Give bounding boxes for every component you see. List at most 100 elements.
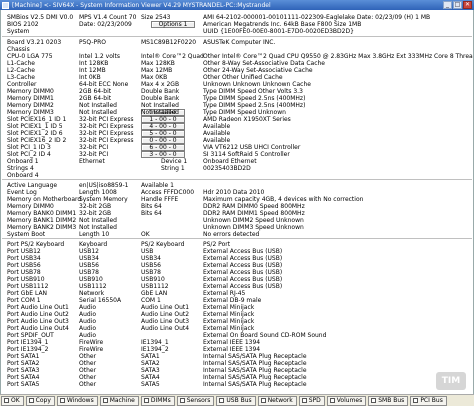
row-label: Port USB78 <box>7 269 41 276</box>
row-value: SI 3114 SoftRaid 5 Controller <box>203 151 290 158</box>
row-value: Intel® Core™2 Quad <box>141 53 204 60</box>
row-value: USB1112 <box>141 283 169 290</box>
row-label: Port USB34 <box>7 255 41 262</box>
row-value: Internal SAS/SATA Plug Receptacle <box>203 360 307 367</box>
row-label: Port USB56 <box>7 262 41 269</box>
row-value: Available 1 <box>141 182 174 189</box>
row-label: System Boot <box>7 231 46 238</box>
row-value: Intel 1.2 volts <box>79 53 121 60</box>
tab-sensors[interactable]: Sensors <box>176 395 215 406</box>
row-value: USB78 <box>141 269 161 276</box>
row-value: Maximum capacity 4GB, 4 devices with No … <box>203 196 364 203</box>
row-value: External Minijack <box>203 318 255 325</box>
row-value: Not Installed <box>79 217 117 224</box>
row-value: Type DIMM Speed Unknown <box>203 109 286 116</box>
tab-label: Windows <box>66 397 94 404</box>
row-value: Not Installed <box>141 102 179 109</box>
row-value: External Access Bus (USB) <box>203 283 283 290</box>
tab-volumes[interactable]: Volumes <box>326 395 367 406</box>
row-value: Available <box>203 137 231 144</box>
row-value: USB34 <box>141 255 161 262</box>
tab-spd[interactable]: SPD <box>298 395 325 406</box>
row-value: USB56 <box>141 262 161 269</box>
row-value: Audio Line Out4 <box>141 325 190 332</box>
checkbox-icon <box>102 398 108 403</box>
row-label: Port PS/2 Keyboard <box>7 241 65 248</box>
row-label: CPU-0 LGA 775 <box>7 53 53 60</box>
slot-pcie1-1-button[interactable]: 4 - 00 - 0 <box>141 123 185 130</box>
row-value: FireWire <box>79 339 104 346</box>
checkbox-icon <box>59 398 65 403</box>
row-value: IE1394_1 <box>141 339 169 346</box>
row-value: Double Bank <box>141 88 180 95</box>
row-value: P5Q-PRO <box>79 39 106 46</box>
tab-usb-bus[interactable]: USB Bus <box>216 395 256 406</box>
close-button[interactable]: ✕ <box>463 1 472 9</box>
tab-label: DIMMs <box>150 397 171 404</box>
row-value: Internal SAS/SATA Plug Receptacle <box>203 367 307 374</box>
checkbox-icon <box>329 398 335 403</box>
row-value: ASUSTeK Computer INC. <box>203 39 276 46</box>
slot-pcie16-1-button[interactable]: 1 - 00 - 0 <box>141 116 185 123</box>
tab-windows[interactable]: Windows <box>56 395 98 406</box>
slot-pci-1-button[interactable]: 6 - 00 - 0 <box>141 144 185 151</box>
row-value: SATA4 <box>141 374 160 381</box>
row-value: Other 8-Way Set-Associative Data Cache <box>203 60 325 67</box>
row-value: Max 0KB <box>141 74 168 81</box>
tab-ok[interactable]: OK <box>1 395 24 406</box>
row-value: Audio Line Out1 <box>141 304 190 311</box>
row-value: SATA5 <box>141 381 160 388</box>
row-value: 32-bit PCI <box>79 144 109 151</box>
row-value: Double Bank <box>141 95 180 102</box>
row-value: Ethernet <box>79 158 105 165</box>
tab-label: Machine <box>109 397 135 404</box>
row-value: Not Installed <box>141 109 179 116</box>
row-value: Other <box>79 381 97 388</box>
minimize-button[interactable]: _ <box>443 1 452 9</box>
row-label: Port SATA2 <box>7 360 40 367</box>
tab-label: Sensors <box>186 397 211 404</box>
tab-label: Network <box>267 397 293 404</box>
row-value: 32-bit PCI <box>79 151 109 158</box>
row-value: String 1 <box>161 165 185 172</box>
tab-dimms[interactable]: DIMMs <box>140 395 175 406</box>
tab-copy[interactable]: Copy <box>25 395 55 406</box>
row-value: Device 1 <box>161 158 188 165</box>
row-value: Length 10 <box>79 231 110 238</box>
row-label: BIOS 2102 <box>7 21 39 28</box>
row-value: Unknown DIMM3 Speed Unknown <box>203 224 304 231</box>
tab-machine[interactable]: Machine <box>99 395 139 406</box>
row-value: Available <box>203 123 231 130</box>
row-value: PS/2 Port <box>203 241 231 248</box>
row-value: External RJ-45 <box>203 290 246 297</box>
maximize-button[interactable]: □ <box>453 1 462 9</box>
options-button[interactable]: Options 1 <box>151 21 195 28</box>
tab-smb-bus[interactable]: SMB Bus <box>368 395 409 406</box>
row-value: Date: 02/23/2009 <box>79 21 132 28</box>
row-label: Port Audio Line Out1 <box>7 304 69 311</box>
row-value: 32-bit PCI Express <box>79 116 134 123</box>
row-value: 2GB 64-bit <box>79 95 112 102</box>
row-label: Port SPDIF_OUT <box>7 332 54 339</box>
row-value: Network <box>79 290 105 297</box>
row-value: Other <box>79 360 97 367</box>
row-label: Port USB12 <box>7 248 41 255</box>
tab-label: Copy <box>35 397 51 404</box>
tab-network[interactable]: Network <box>257 395 297 406</box>
checkbox-icon <box>371 398 377 403</box>
tab-pci-bus[interactable]: PCI Bus <box>410 395 447 406</box>
row-value: USB12 <box>79 248 99 255</box>
slot-pci-2-button[interactable]: 3 - 00 - 0 <box>141 151 185 158</box>
row-value: External IEEE 1394 <box>203 339 261 346</box>
slot-pcie16-2-button[interactable]: 0 - 00 - 0 <box>141 137 185 144</box>
row-label: Slot PCIEX16_1 ID 1 <box>7 116 67 123</box>
row-value: Other Other Unified Cache <box>203 74 283 81</box>
row-value: Type DIMM Speed 2.5ns (400MHz) <box>203 95 306 102</box>
row-label: Slot PCI_2 ID 4 <box>7 151 51 158</box>
row-label: Port USB1112 <box>7 283 49 290</box>
row-value: USB78 <box>79 269 99 276</box>
row-value: IE1394_2 <box>141 346 169 353</box>
slot-pcie1-2-button[interactable]: 5 - 00 - 0 <box>141 130 185 137</box>
row-label: Board V3.21 0203 <box>7 39 62 46</box>
window-titlebar[interactable]: [Machine] <- SIV64X - System Information… <box>0 0 474 10</box>
